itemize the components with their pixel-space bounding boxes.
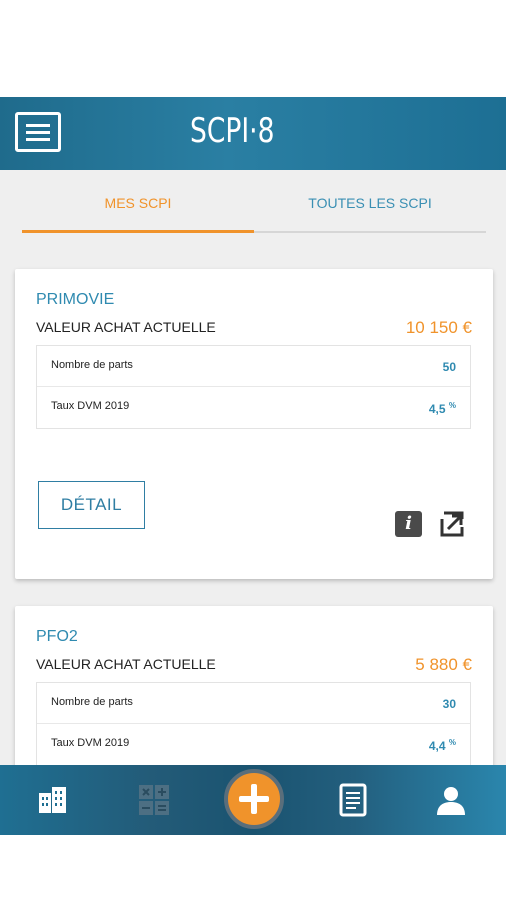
current-value: 10 150 €: [405, 318, 472, 337]
app-logo: SCPI·8: [190, 111, 275, 151]
tab-divider: [254, 231, 486, 233]
tab-bar: MES SCPI TOUTES LES SCPI: [0, 170, 506, 234]
detail-button[interactable]: DÉTAIL: [38, 481, 145, 529]
user-icon[interactable]: [434, 783, 468, 817]
scpi-info-table: Nombre de parts 30 Taux DVM 2019 4,4 %: [36, 682, 471, 766]
info-row-parts: Nombre de parts 30: [37, 683, 470, 724]
add-icon[interactable]: [224, 769, 284, 829]
scpi-name: PRIMOVIE: [36, 291, 115, 308]
info-value: 50: [442, 360, 456, 374]
current-value: 5 880 €: [415, 655, 472, 674]
info-row-parts: Nombre de parts 50: [37, 346, 470, 387]
bottom-nav: [0, 765, 506, 835]
info-row-taux: Taux DVM 2019 4,5 %: [37, 387, 470, 428]
document-icon[interactable]: [336, 783, 370, 817]
info-icon[interactable]: i: [395, 511, 422, 537]
info-label: Taux DVM 2019: [51, 400, 130, 412]
active-tab-indicator: [22, 230, 254, 233]
info-label: Nombre de parts: [51, 359, 133, 371]
info-value: 30: [442, 697, 456, 711]
scpi-card: PRIMOVIE VALEUR ACHAT ACTUELLE 10 150 € …: [15, 269, 493, 579]
tab-mes-scpi[interactable]: MES SCPI: [22, 170, 254, 234]
tab-toutes-les-scpi[interactable]: TOUTES LES SCPI: [254, 170, 486, 234]
app-header: SCPI·8: [0, 97, 506, 170]
value-label: VALEUR ACHAT ACTUELLE: [36, 319, 216, 335]
info-label: Taux DVM 2019: [51, 737, 130, 749]
scpi-info-table: Nombre de parts 50 Taux DVM 2019 4,5 %: [36, 345, 471, 429]
value-label: VALEUR ACHAT ACTUELLE: [36, 656, 216, 672]
info-value: 4,4 %: [428, 738, 456, 753]
buildings-icon[interactable]: [36, 783, 70, 817]
info-label: Nombre de parts: [51, 696, 133, 708]
info-row-taux: Taux DVM 2019 4,4 %: [37, 724, 470, 765]
scpi-name: PFO2: [36, 628, 78, 645]
hamburger-menu-icon[interactable]: [15, 112, 61, 152]
app-screen: SCPI·8 MES SCPI TOUTES LES SCPI PRIMOVIE…: [0, 97, 506, 835]
calculator-icon[interactable]: [137, 783, 171, 817]
info-value: 4,5 %: [428, 401, 456, 416]
external-link-icon[interactable]: [438, 509, 468, 539]
